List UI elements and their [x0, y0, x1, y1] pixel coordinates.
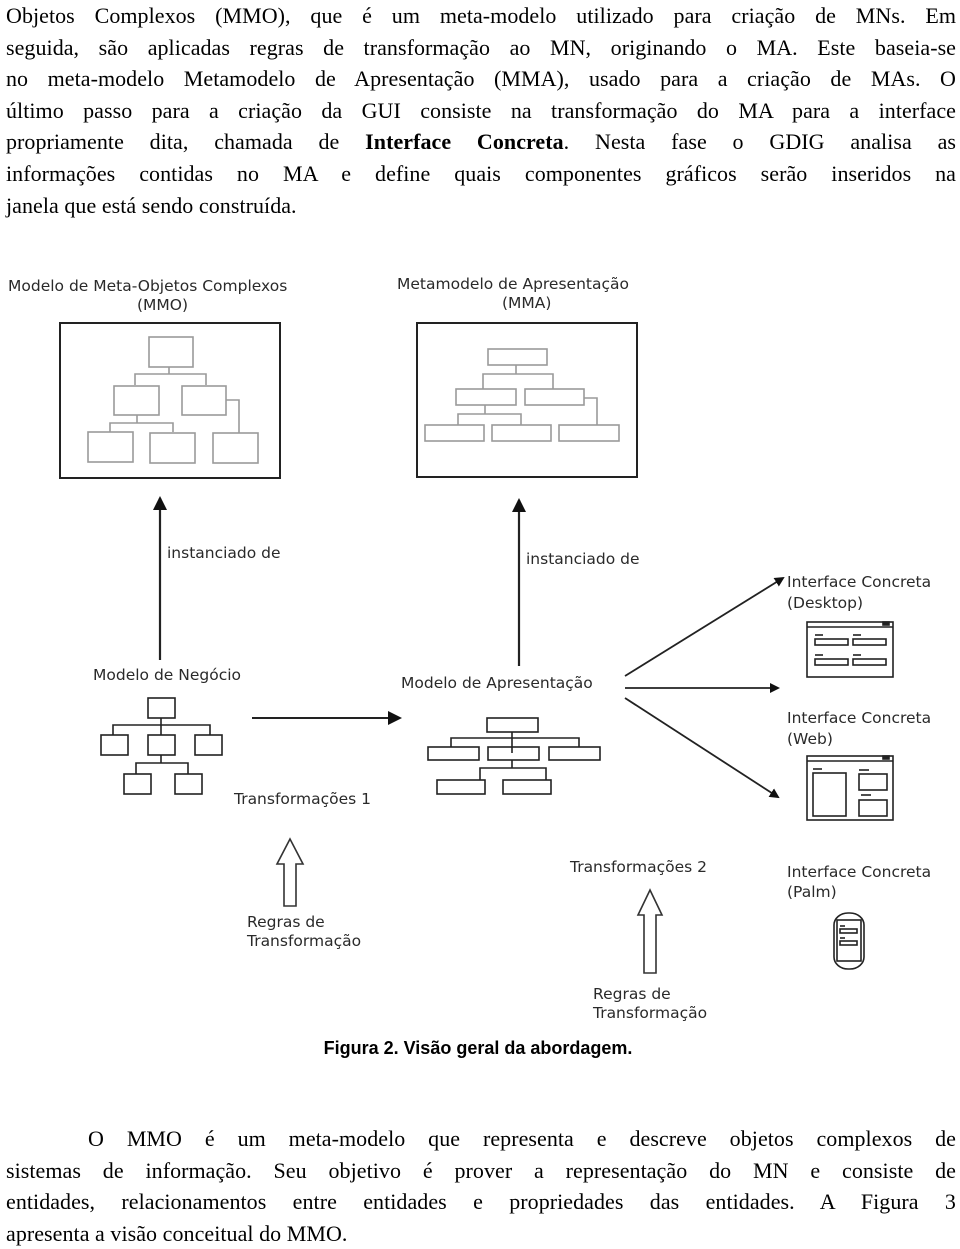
modelo-apresentacao-label: Modelo de Apresentação — [401, 674, 593, 692]
web-page-icon — [806, 755, 894, 821]
paragraph-line: O MMO é um meta-modelo que representa e … — [88, 1126, 956, 1151]
figure-diagram: Modelo de Meta-Objetos Complexos (MMO) M… — [8, 275, 931, 1022]
paragraph-line: informações contidas no MA e define quai… — [6, 160, 956, 186]
hollow-up-arrow-1 — [275, 837, 305, 907]
transformacoes-2-label: Transformações 2 — [569, 858, 707, 876]
paragraph-bottom: O MMO é um meta-modelo que representa e … — [6, 1123, 956, 1249]
mmo-box — [59, 322, 281, 479]
paragraph-line: Objetos Complexos (MMO), que é um meta-m… — [6, 3, 956, 28]
text-segment: propriamente dita, chamada de — [6, 129, 366, 155]
regras-1-line1: Regras de — [247, 913, 325, 931]
paragraph-line: entidades, relacionamentos entre entidad… — [6, 1189, 956, 1215]
paragraph-line: seguida, são aplicadas regras de transfo… — [6, 34, 956, 60]
mma-title-abbr: (MMA) — [502, 294, 551, 312]
arrow-to-palm — [624, 697, 780, 799]
bold-term: Interface Concreta — [365, 129, 564, 155]
instanciado-label-left: instanciado de — [167, 544, 281, 562]
paragraph-line: propriamente dita, chamada de Interface … — [6, 126, 956, 158]
instanciado-label-right: instanciado de — [526, 550, 640, 568]
regras-2-line2: Transformação — [592, 1004, 707, 1022]
ic-desktop-line1: Interface Concreta — [787, 573, 931, 591]
paragraph-line: janela que está sendo construída. — [6, 192, 297, 218]
ic-web-line1: Interface Concreta — [787, 709, 931, 727]
paragraph-line: último passo para a criação da GUI consi… — [6, 97, 956, 123]
ic-palm-line1: Interface Concreta — [787, 863, 931, 881]
figure-caption: Figura 2. Visão geral da abordagem. — [0, 1038, 960, 1059]
transformacoes-1-label: Transformações 1 — [233, 790, 371, 808]
text-segment: . Nesta fase o GDIG analisa as — [563, 129, 956, 155]
mmo-title: Modelo de Meta-Objetos Complexos — [8, 277, 287, 295]
arrow-to-desktop — [624, 576, 785, 677]
mma-title: Metamodelo de Apresentação — [397, 275, 629, 293]
mma-box — [416, 322, 638, 478]
desktop-window-icon — [806, 621, 894, 678]
paragraph-line: sistemas de informação. Seu objetivo é p… — [6, 1157, 956, 1183]
ic-desktop-line2: (Desktop) — [787, 594, 863, 612]
paragraph-line: no meta-modelo Metamodelo de Apresentaçã… — [6, 66, 956, 92]
paragraph-top: Objetos Complexos (MMO), que é um meta-m… — [6, 0, 956, 221]
hollow-up-arrow-2 — [636, 888, 664, 974]
palm-device-icon — [833, 912, 865, 970]
mmo-title-abbr: (MMO) — [137, 296, 188, 314]
modelo-negocio-tree-icon — [100, 697, 223, 795]
modelo-negocio-label: Modelo de Negócio — [93, 666, 241, 684]
regras-1-line2: Transformação — [246, 932, 361, 950]
regras-2-line1: Regras de — [593, 985, 671, 1003]
modelo-apresentacao-tree-icon — [427, 717, 601, 795]
caption-text: Figura 2. Visão geral da abordagem. — [323, 1038, 633, 1058]
ic-palm-line2: (Palm) — [787, 883, 837, 901]
ic-web-line2: (Web) — [787, 730, 833, 748]
paragraph-line: apresenta a visão conceitual do MMO. — [6, 1220, 348, 1246]
